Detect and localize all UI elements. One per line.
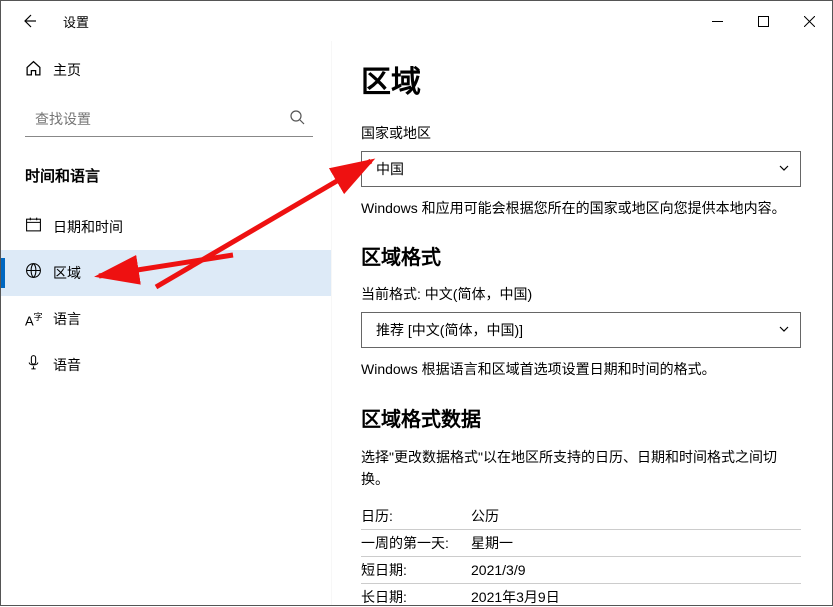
home-icon (25, 60, 53, 80)
sidebar-item-speech[interactable]: 语音 (1, 342, 331, 388)
close-icon (804, 16, 815, 27)
format-data-table: 日历: 公历 一周的第一天: 星期一 短日期: 2021/3/9 长日期: 20… (361, 503, 802, 605)
language-icon: A字 (25, 310, 53, 328)
current-format-label: 当前格式: 中文(简体，中国) (361, 284, 802, 304)
row-key: 日历: (361, 506, 471, 526)
back-arrow-icon (21, 13, 37, 29)
country-label: 国家或地区 (361, 123, 802, 143)
sidebar-item-language[interactable]: A字 语言 (1, 296, 331, 342)
clock-icon (25, 216, 53, 238)
row-value: 2021/3/9 (471, 562, 526, 578)
globe-icon (25, 262, 53, 284)
sidebar-item-label: 区域 (53, 263, 81, 283)
chevron-down-icon (778, 161, 790, 177)
country-desc: Windows 和应用可能会根据您所在的国家或地区向您提供本地内容。 (361, 197, 802, 219)
data-desc: 选择"更改数据格式"以在地区所支持的日历、日期和时间格式之间切换。 (361, 446, 802, 491)
table-row: 一周的第一天: 星期一 (361, 530, 801, 557)
row-key: 一周的第一天: (361, 533, 471, 553)
section-heading: 时间和语言 (1, 137, 331, 204)
window-controls (694, 6, 832, 36)
row-value: 公历 (471, 506, 499, 526)
home-label: 主页 (53, 60, 81, 80)
sidebar-item-label: 语音 (53, 355, 81, 375)
search-icon (289, 109, 305, 128)
search-input[interactable] (35, 111, 289, 127)
format-desc: Windows 根据语言和区域首选项设置日期和时间的格式。 (361, 358, 802, 380)
page-heading: 区域 (361, 57, 802, 101)
chevron-down-icon (778, 322, 790, 338)
home-nav[interactable]: 主页 (1, 49, 331, 91)
microphone-icon (25, 354, 53, 376)
format-dropdown[interactable]: 推荐 [中文(简体，中国)] (361, 312, 801, 348)
sidebar-item-datetime[interactable]: 日期和时间 (1, 204, 331, 250)
row-key: 长日期: (361, 587, 471, 605)
row-value: 星期一 (471, 533, 513, 553)
maximize-icon (758, 16, 769, 27)
format-heading: 区域格式 (361, 241, 802, 270)
search-box[interactable] (25, 101, 313, 137)
sidebar-item-region[interactable]: 区域 (1, 250, 331, 296)
table-row: 长日期: 2021年3月9日 (361, 584, 801, 605)
format-value: 推荐 [中文(简体，中国)] (376, 320, 523, 340)
window-title: 设置 (63, 12, 89, 31)
back-button[interactable] (13, 5, 45, 37)
maximize-button[interactable] (740, 6, 786, 36)
titlebar: 设置 (1, 1, 832, 41)
main-panel: 区域 国家或地区 中国 Windows 和应用可能会根据您所在的国家或地区向您提… (331, 41, 832, 605)
sidebar-item-label: 语言 (53, 309, 81, 329)
minimize-icon (712, 16, 723, 27)
country-dropdown[interactable]: 中国 (361, 151, 801, 187)
close-button[interactable] (786, 6, 832, 36)
table-row: 短日期: 2021/3/9 (361, 557, 801, 584)
table-row: 日历: 公历 (361, 503, 801, 530)
row-key: 短日期: (361, 560, 471, 580)
country-value: 中国 (376, 159, 404, 179)
data-heading: 区域格式数据 (361, 403, 802, 432)
sidebar: 主页 时间和语言 日期和时间 区域 A字 语言 (1, 41, 331, 605)
row-value: 2021年3月9日 (471, 587, 560, 605)
sidebar-item-label: 日期和时间 (53, 217, 123, 237)
minimize-button[interactable] (694, 6, 740, 36)
